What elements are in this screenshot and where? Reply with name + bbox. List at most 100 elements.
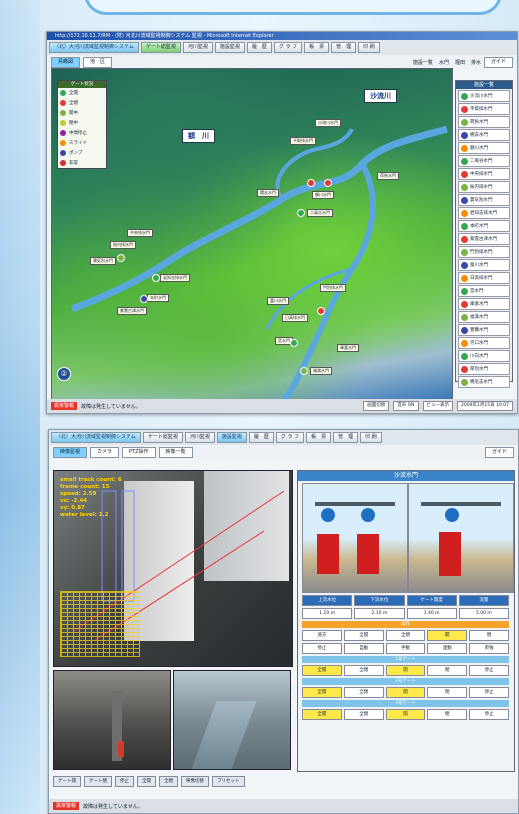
control-button[interactable]: ゲート開: [53, 776, 81, 787]
control-button[interactable]: プリセット: [212, 776, 245, 787]
op-button[interactable]: 停止: [302, 643, 342, 654]
alarm-label[interactable]: 異常警報: [51, 402, 78, 410]
op-button[interactable]: 開: [385, 709, 426, 720]
facility-list-item[interactable]: 河口水門: [458, 337, 510, 349]
op-button[interactable]: 全閉: [385, 630, 426, 641]
menu-history[interactable]: 履 歴: [248, 432, 274, 443]
op-button[interactable]: 開: [385, 687, 426, 698]
tab-video-list[interactable]: 映像一覧: [158, 446, 193, 458]
main-camera-view[interactable]: small track count: 6 frame count: 15 spe…: [53, 470, 293, 667]
gate-label[interactable]: 振内排水門: [110, 241, 136, 249]
op-button[interactable]: 閉: [427, 709, 468, 720]
facility-list-item[interactable]: 沙流川水門: [458, 90, 510, 102]
gate-label[interactable]: 幌去水門: [257, 189, 279, 197]
facility-list-item[interactable]: 平取排水門: [458, 103, 510, 115]
op-button[interactable]: 自動: [343, 643, 384, 654]
gate-label[interactable]: 福満水門: [310, 367, 332, 375]
op-button[interactable]: 開: [385, 665, 426, 676]
op-button[interactable]: 全閉: [343, 709, 384, 720]
op-button[interactable]: 全閉: [343, 687, 384, 698]
op-button[interactable]: 閉: [469, 630, 509, 641]
facility-list-item[interactable]: 厚別水門: [458, 363, 510, 375]
op-button[interactable]: 全閉: [343, 665, 384, 676]
gate-status-icon[interactable]: [324, 179, 332, 187]
menu-system-name[interactable]: 〈北〉大河川流域監視制御システム: [51, 432, 141, 443]
tab-ptz[interactable]: PTZ操作: [122, 446, 156, 458]
gate-label[interactable]: 中央排水門: [127, 229, 153, 237]
menu-facility[interactable]: 施設監視: [214, 42, 245, 53]
menu-history[interactable]: 履 歴: [246, 42, 272, 53]
menu-river[interactable]: 河川監視: [182, 42, 213, 53]
gate-status-icon[interactable]: [297, 209, 305, 217]
gate-label[interactable]: 二風谷水門: [307, 209, 333, 217]
facility-list-item[interactable]: 二風谷水門: [458, 155, 510, 167]
op-button[interactable]: 遠方: [302, 630, 342, 641]
gate-label[interactable]: 庫富水門: [337, 344, 359, 352]
gate-label[interactable]: 沙流川水門: [315, 119, 341, 127]
facility-list-item[interactable]: 本町水門: [458, 220, 510, 232]
camera-view-b[interactable]: [173, 670, 291, 770]
menu-graph[interactable]: グ ラ フ: [273, 42, 303, 53]
menu-system-name[interactable]: 〈北〉大河川流域監視制御システム: [49, 42, 139, 53]
facility-list-item[interactable]: 豊糠水門: [458, 324, 510, 336]
op-button[interactable]: 閉: [427, 687, 468, 698]
op-button[interactable]: 停止: [469, 709, 509, 720]
menu-graph[interactable]: グ ラ フ: [275, 432, 305, 443]
menu-report[interactable]: 帳 票: [304, 42, 330, 53]
facility-list-item[interactable]: 額川水門: [458, 142, 510, 154]
birdseye-map[interactable]: 沙流川 額 川 沙流川水門 平取排水門 荷負水門 幌去水門 額川水門 二風谷水門…: [51, 68, 453, 400]
gate-status-icon[interactable]: [300, 367, 308, 375]
facility-list-item[interactable]: 富川水門: [458, 259, 510, 271]
gate-label[interactable]: 平取排水門: [290, 137, 316, 145]
facility-list-item[interactable]: 幌毛志水門: [458, 376, 510, 388]
menu-admin[interactable]: 管 理: [333, 432, 359, 443]
tab-video[interactable]: 映像監視: [53, 446, 88, 458]
menu-facility[interactable]: 施設監視: [216, 432, 247, 443]
op-button[interactable]: 停止: [469, 665, 509, 676]
gate-status-icon[interactable]: [152, 274, 160, 282]
menu-gate-overview[interactable]: ゲート総監視: [140, 42, 181, 53]
guide-button[interactable]: ガイド: [484, 446, 514, 458]
facility-list-item[interactable]: 中央排水門: [458, 168, 510, 180]
op-button[interactable]: 全開: [343, 630, 384, 641]
gate-label[interactable]: 額川水門: [312, 191, 334, 199]
gate-label[interactable]: 荷負水門: [377, 172, 399, 180]
gate-status-icon[interactable]: [317, 307, 325, 315]
status-chip[interactable]: ビュー表示: [422, 401, 454, 411]
control-button[interactable]: ゲート閉: [84, 776, 112, 787]
gate-label[interactable]: 紫雲古津水門: [117, 307, 147, 315]
alarm-label[interactable]: 異常警報: [53, 802, 80, 810]
camera-view-a[interactable]: [53, 670, 171, 770]
op-button[interactable]: 開: [427, 630, 468, 641]
control-button[interactable]: 全閉: [159, 776, 178, 787]
op-button[interactable]: 全開: [302, 665, 342, 676]
facility-list-item[interactable]: 幌去水門: [458, 129, 510, 141]
facility-list-item[interactable]: 門別排水門: [458, 246, 510, 258]
facility-list-item[interactable]: 川向水門: [458, 350, 510, 362]
gate-label[interactable]: 貫気別水門: [90, 257, 116, 265]
option-sluice[interactable]: 水門: [439, 59, 449, 66]
menu-admin[interactable]: 管 理: [331, 42, 357, 53]
facility-list-item[interactable]: 振内排水門: [458, 181, 510, 193]
option-weir[interactable]: 堰田: [455, 59, 465, 66]
op-button[interactable]: 全開: [302, 709, 342, 720]
menu-print[interactable]: 印 刷: [360, 432, 382, 443]
facility-list-item[interactable]: 庫富水門: [458, 298, 510, 310]
menu-gate-overview[interactable]: ゲート総監視: [142, 432, 183, 443]
op-button[interactable]: 単独: [469, 643, 509, 654]
facility-list-item[interactable]: 宮水門: [458, 285, 510, 297]
gate-label[interactable]: 富川水門: [267, 297, 289, 305]
gate-status-icon[interactable]: [307, 179, 315, 187]
status-chip[interactable]: 音声 ON: [393, 401, 419, 411]
option-drain[interactable]: 排水: [471, 59, 481, 66]
op-button[interactable]: 手動: [385, 643, 426, 654]
gate-label[interactable]: 岩知志排水門: [160, 274, 190, 282]
gate-status-icon[interactable]: [117, 254, 125, 262]
gate-label[interactable]: 本町水門: [147, 294, 169, 302]
op-button[interactable]: 停止: [469, 687, 509, 698]
facility-list-item[interactable]: 岩知志排水門: [458, 207, 510, 219]
tab-district[interactable]: 地 区: [83, 56, 113, 68]
control-button[interactable]: 停止: [115, 776, 134, 787]
control-button[interactable]: 映像切替: [181, 776, 209, 787]
facility-list-item[interactable]: 日高排水門: [458, 272, 510, 284]
